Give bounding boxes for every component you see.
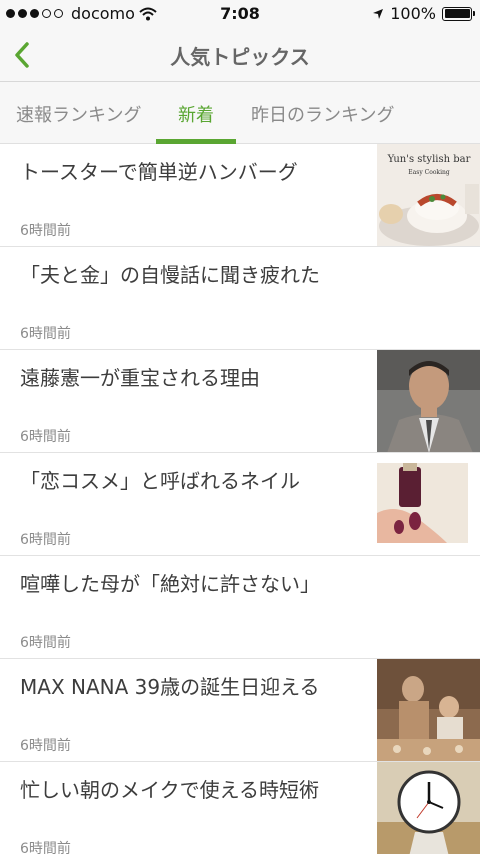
tab-yesterday-ranking[interactable]: 昨日のランキング xyxy=(251,101,394,127)
status-bar: docomo 7:08 100% xyxy=(0,0,480,28)
article-title: 「夫と金」の自慢話に聞き疲れた xyxy=(20,263,320,287)
article-thumbnail xyxy=(377,350,480,452)
tab-bar: 速報ランキング 新着 昨日のランキング xyxy=(0,82,480,144)
navigation-bar: 人気トピックス xyxy=(0,28,480,82)
article-time: 6時間前 xyxy=(20,841,71,854)
list-item[interactable]: 遠藤憲一が重宝される理由 6時間前 xyxy=(0,350,480,453)
article-thumbnail: Yun's stylish bar Easy Cooking xyxy=(377,144,480,246)
article-list: トースターで簡単逆ハンバーグ 6時間前 Yun's stylish bar Ea… xyxy=(0,144,480,854)
article-title: 忙しい朝のメイクで使える時短術 xyxy=(20,778,319,802)
thumb-caption: Yun's stylish bar xyxy=(387,154,471,165)
list-item[interactable]: 喧嘩した母が「絶対に許さない」 6時間前 xyxy=(0,556,480,659)
page-title: 人気トピックス xyxy=(170,45,310,69)
article-title: MAX NANA 39歳の誕生日迎える xyxy=(20,675,320,699)
list-item[interactable]: 「恋コスメ」と呼ばれるネイル 6時間前 xyxy=(0,453,480,556)
list-item[interactable]: トースターで簡単逆ハンバーグ 6時間前 Yun's stylish bar Ea… xyxy=(0,144,480,247)
article-title: トースターで簡単逆ハンバーグ xyxy=(20,160,298,184)
article-time: 6時間前 xyxy=(20,429,71,445)
article-time: 6時間前 xyxy=(20,635,71,651)
thumb-caption: Easy Cooking xyxy=(408,169,450,176)
status-right: 100% xyxy=(372,4,475,23)
battery-icon xyxy=(442,6,475,21)
article-title: 遠藤憲一が重宝される理由 xyxy=(20,366,260,390)
tab-new[interactable]: 新着 xyxy=(178,101,214,127)
list-item[interactable]: MAX NANA 39歳の誕生日迎える 6時間前 xyxy=(0,659,480,762)
tab-breaking-ranking[interactable]: 速報ランキング xyxy=(16,101,141,127)
article-title: 喧嘩した母が「絶対に許さない」 xyxy=(20,572,320,596)
article-time: 6時間前 xyxy=(20,326,71,342)
article-thumbnail xyxy=(377,659,480,761)
article-time: 6時間前 xyxy=(20,532,71,548)
location-arrow-icon xyxy=(373,8,384,19)
article-title: 「恋コスメ」と呼ばれるネイル xyxy=(20,469,300,493)
article-thumbnail xyxy=(377,463,468,543)
article-thumbnail xyxy=(377,762,480,854)
list-item[interactable]: 「夫と金」の自慢話に聞き疲れた 6時間前 xyxy=(0,247,480,350)
article-time: 6時間前 xyxy=(20,738,71,754)
battery-percent: 100% xyxy=(390,4,436,23)
list-item[interactable]: 忙しい朝のメイクで使える時短術 6時間前 xyxy=(0,762,480,854)
article-time: 6時間前 xyxy=(20,223,71,239)
